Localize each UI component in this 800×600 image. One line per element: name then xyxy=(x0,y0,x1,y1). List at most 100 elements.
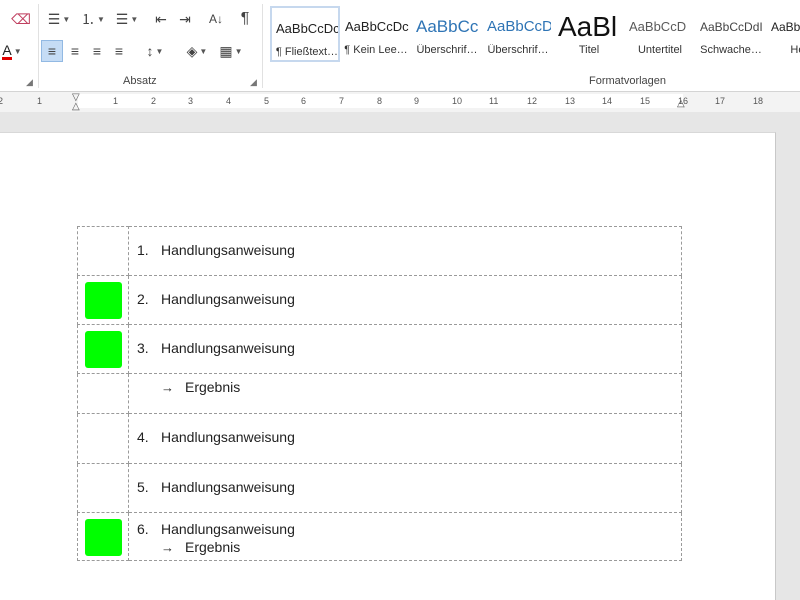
align-left-icon: ≡ xyxy=(47,43,57,59)
shading-button[interactable]: ◈ ▼ xyxy=(182,40,212,62)
justify-button[interactable]: ≡ xyxy=(108,40,130,62)
ruler-tick-label: 15 xyxy=(640,96,651,106)
style-tile[interactable]: AaBbCcD Untertitel xyxy=(625,6,695,62)
ruler-tick-label: 18 xyxy=(753,96,764,106)
style-tile[interactable]: AaBl Titel xyxy=(554,6,624,62)
icon-cell[interactable] xyxy=(77,275,129,325)
style-name: Schwache… xyxy=(700,44,762,56)
instruction-cell[interactable]: 2. Handlungsanweisung xyxy=(127,275,683,325)
style-sample: AaBbCcDdI xyxy=(700,20,763,34)
ruler-tick-label: 10 xyxy=(452,96,463,106)
sort-button[interactable]: A↓ xyxy=(204,8,228,30)
style-tile[interactable]: AaBb Herv xyxy=(767,6,800,62)
outdent-icon: ⇤ xyxy=(155,10,167,27)
style-sample: AaBbCcDc xyxy=(276,21,340,36)
instruction-cell[interactable]: 1. Handlungsanweisung xyxy=(127,226,683,276)
arrow-right-icon: → xyxy=(160,379,174,395)
instruction-cell[interactable]: 5. Handlungsanweisung xyxy=(127,463,683,513)
ruler-tick-label: 17 xyxy=(715,96,726,106)
numbering-button[interactable]: ⒈ ▼ xyxy=(78,8,108,30)
ruler-tick-label: 13 xyxy=(565,96,576,106)
chevron-down-icon: ▼ xyxy=(199,46,208,56)
decrease-indent-button[interactable]: ⇤ xyxy=(150,8,172,30)
chevron-down-icon: ▼ xyxy=(155,46,164,56)
step-number: 2. xyxy=(136,291,149,307)
style-tile[interactable]: AaBbCcD Überschrif… xyxy=(483,6,553,62)
group-label-styles: Formatvorlagen xyxy=(589,75,667,87)
instruction-cell[interactable]: 6. Handlungsanweisung → Ergebnis xyxy=(127,512,683,561)
table-row: → Ergebnis xyxy=(77,373,683,414)
increase-indent-button[interactable]: ⇥ xyxy=(174,8,196,30)
chevron-down-icon: ▼ xyxy=(130,14,139,24)
icon-cell[interactable] xyxy=(77,324,129,374)
status-green-icon xyxy=(85,519,122,556)
step-number: 1. xyxy=(136,242,149,258)
icon-cell[interactable] xyxy=(77,512,129,561)
paint-bucket-icon: ◈ xyxy=(186,42,198,59)
clear-formatting-button[interactable]: ⌫ xyxy=(10,8,32,30)
style-tile[interactable]: AaBbCcDdI Schwache… xyxy=(696,6,766,62)
ruler-tick-label: 14 xyxy=(602,96,613,106)
instruction-table: 1. Handlungsanweisung 2. Handlungsanweisung… xyxy=(77,226,683,561)
style-name: Überschrif… xyxy=(416,44,478,56)
arrow-right-icon: → xyxy=(160,539,174,555)
numbered-step: 4. Handlungsanweisung xyxy=(129,428,681,446)
step-number: 6. xyxy=(136,521,149,537)
instruction-cell[interactable]: 3. Handlungsanweisung xyxy=(127,324,683,374)
right-indent-marker[interactable]: △ xyxy=(677,98,685,109)
pilcrow-icon: ¶ xyxy=(240,10,250,27)
icon-cell[interactable] xyxy=(77,373,129,414)
multilevel-list-button[interactable]: ☰ ▼ xyxy=(112,8,142,30)
borders-button[interactable]: ▦ ▼ xyxy=(216,40,246,62)
style-tile[interactable]: AaBbCc Überschrif… xyxy=(412,6,482,62)
multilevel-list-icon: ☰ xyxy=(115,10,129,27)
indent-icon: ⇥ xyxy=(179,10,191,27)
result-text: Ergebnis xyxy=(184,379,241,395)
align-left-button[interactable]: ≡ xyxy=(41,40,63,62)
style-name: Untertitel xyxy=(637,44,683,56)
instruction-cell[interactable]: → Ergebnis xyxy=(127,373,683,414)
bullets-button[interactable]: ☰ ▼ xyxy=(44,8,74,30)
align-right-button[interactable]: ≡ xyxy=(86,40,108,62)
ruler-tick-label: 11 xyxy=(489,96,499,106)
style-tile[interactable]: AaBbCcDc ¶ Kein Lee… xyxy=(341,6,411,62)
icon-cell[interactable] xyxy=(77,463,129,513)
paragraph-dialog-launcher[interactable]: ◢ xyxy=(250,77,257,88)
table-row: 3. Handlungsanweisung xyxy=(77,324,683,374)
chevron-down-icon: ▼ xyxy=(13,46,22,56)
show-formatting-button[interactable]: ¶ xyxy=(234,8,256,30)
result-text: Ergebnis xyxy=(184,539,241,555)
icon-cell[interactable] xyxy=(77,226,129,276)
numbered-step: 1. Handlungsanweisung xyxy=(129,241,681,259)
ruler-tick-label: 2 xyxy=(0,96,4,106)
icon-cell[interactable] xyxy=(77,413,129,464)
chevron-down-icon: ▼ xyxy=(234,46,243,56)
hanging-indent-marker[interactable]: △ xyxy=(72,101,80,112)
style-sample: AaBb xyxy=(771,20,800,34)
align-center-button[interactable]: ≡ xyxy=(64,40,86,62)
result-line: → Ergebnis xyxy=(129,538,681,556)
step-text: Handlungsanweisung xyxy=(160,479,295,495)
font-color-icon: A xyxy=(2,41,12,60)
chevron-down-icon: ▼ xyxy=(62,14,71,24)
instruction-cell[interactable]: 4. Handlungsanweisung xyxy=(127,413,683,464)
step-number: 4. xyxy=(136,429,149,445)
align-right-icon: ≡ xyxy=(92,43,102,59)
horizontal-ruler[interactable]: 2 1 1 2 3 4 5 6 7 8 9 10 11 12 13 14 15 16 17 18 ▽ △ △ xyxy=(0,92,800,112)
line-spacing-button[interactable]: ↕ ▼ xyxy=(140,40,170,62)
style-tile[interactable]: AaBbCcDc ¶ Fließtext… xyxy=(270,6,340,62)
eraser-icon: ⌫ xyxy=(11,10,31,27)
font-dialog-launcher[interactable]: ◢ xyxy=(26,77,33,88)
justify-icon: ≡ xyxy=(114,43,124,59)
group-label-paragraph: Absatz xyxy=(123,75,157,87)
numbered-step: 3. Handlungsanweisung xyxy=(129,339,681,357)
style-sample: AaBbCcD xyxy=(487,18,551,35)
numbered-step: 5. Handlungsanweisung xyxy=(129,478,681,496)
table-row: 2. Handlungsanweisung xyxy=(77,275,683,325)
font-color-button[interactable]: A ▼ xyxy=(0,40,24,62)
align-center-icon: ≡ xyxy=(70,43,80,59)
sort-icon: A↓ xyxy=(208,12,223,26)
step-text: Handlungsanweisung xyxy=(160,242,295,258)
style-sample: AaBbCcD xyxy=(629,19,687,34)
style-name: ¶ Kein Lee… xyxy=(344,44,408,56)
